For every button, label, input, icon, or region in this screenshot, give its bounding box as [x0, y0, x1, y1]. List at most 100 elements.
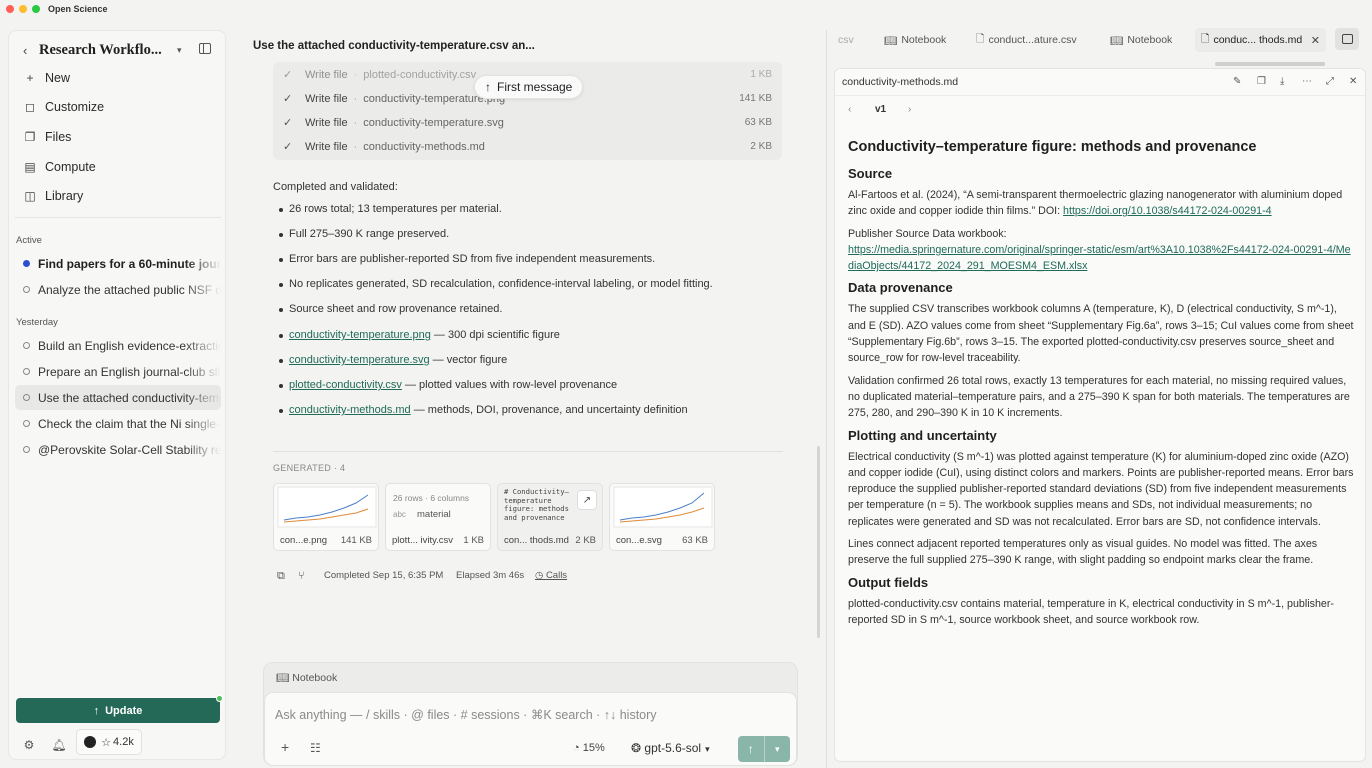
- first-message-button[interactable]: ↑ First message: [474, 75, 584, 99]
- close-icon[interactable]: ✕: [1349, 76, 1357, 87]
- card-name: plott... ivity.csv: [392, 535, 454, 546]
- github-stars-button[interactable]: ☆ 4.2k: [76, 729, 142, 755]
- nav-label: Library: [45, 189, 84, 203]
- doc-paragraph: Lines connect adjacent reported temperat…: [848, 538, 1318, 567]
- session-item[interactable]: Check the claim that the Ni single-atom …: [15, 411, 221, 436]
- active-section-label: Active: [16, 235, 42, 246]
- tool-row[interactable]: ✓ Write file · conductivity-methods.md 2 KB: [283, 140, 772, 154]
- doc-paragraph: Publisher Source Data workbook: https://m…: [848, 227, 1351, 273]
- doc-subheading: Source: [848, 166, 893, 181]
- doc-paragraph: Electrical conductivity (S m^-1) was plo…: [848, 450, 1354, 528]
- customize-icon: ◻: [25, 100, 35, 114]
- arrow-up-icon: ↑: [747, 742, 754, 756]
- minimize-window-button[interactable]: [19, 5, 27, 13]
- copy-file-icon[interactable]: ❐: [1257, 76, 1266, 87]
- csv-preview-column: material: [417, 509, 451, 520]
- bullet-item: Error bars are publisher-reported SD fro…: [278, 253, 656, 265]
- bullet-item: plotted-conductivity.csv — plotted value…: [278, 379, 618, 391]
- toggle-sidebar-icon[interactable]: [199, 43, 211, 54]
- more-options-icon[interactable]: ⋯: [1302, 76, 1312, 87]
- bullet-item: 26 rows total; 13 temperatures per mater…: [279, 203, 502, 215]
- toggle-panel-icon[interactable]: [1335, 28, 1359, 50]
- app-title: Open Science: [48, 4, 108, 14]
- copy-icon[interactable]: ⧉: [277, 570, 285, 583]
- doi-link[interactable]: https://doi.org/10.1038/s44172-024-00291…: [1063, 205, 1272, 217]
- model-selector[interactable]: ❂ gpt-5.6-sol ▾: [631, 741, 710, 755]
- nav-customize[interactable]: ◻ Customize: [15, 95, 221, 119]
- check-icon: ✓: [283, 93, 293, 105]
- generated-file-card[interactable]: con...e.svg 63 KB: [609, 483, 715, 551]
- nav-label: Customize: [45, 100, 105, 114]
- send-button[interactable]: ↑ ▾: [738, 736, 790, 762]
- generated-file-card[interactable]: 26 rows · 6 columns abc material plott..…: [385, 483, 491, 551]
- bullet-item: Source sheet and row provenance retained…: [278, 303, 503, 315]
- card-size: 141 KB: [340, 535, 372, 546]
- session-item[interactable]: Analyze the attached public NSF dataset: [15, 277, 221, 302]
- back-chevron-icon[interactable]: ‹: [23, 43, 27, 58]
- bullet-item: conductivity-temperature.svg — vector fi…: [278, 354, 508, 366]
- nav-label: Files: [45, 130, 72, 144]
- tab-methods-md[interactable]: 🗋 conduc... thods.md ✕: [1195, 28, 1326, 52]
- tab-notebook[interactable]: 📖︎ Notebook: [878, 28, 952, 52]
- plus-icon: +: [26, 71, 34, 85]
- download-icon[interactable]: ⤓: [1280, 76, 1284, 87]
- update-button[interactable]: ↑ Update: [16, 695, 223, 723]
- settings-gear-icon[interactable]: ⚙: [19, 735, 39, 755]
- library-icon: ◫: [24, 189, 36, 203]
- session-item[interactable]: Build an English evidence-extraction tab…: [15, 333, 221, 358]
- file-link[interactable]: plotted-conductivity.csv: [289, 379, 402, 391]
- tab-scrollbar[interactable]: [1215, 62, 1325, 66]
- notebook-chip[interactable]: 📖︎ Notebook: [276, 671, 337, 684]
- completed-meta: Completed Sep 15, 6:35 PM: [324, 570, 444, 581]
- nav-label: New: [45, 71, 71, 85]
- edit-pencil-icon[interactable]: ✎: [1233, 76, 1241, 87]
- send-options-chevron-icon[interactable]: ▾: [763, 736, 791, 762]
- file-link[interactable]: conductivity-temperature.svg: [289, 354, 430, 366]
- nav-library[interactable]: ◫ Library: [15, 184, 221, 208]
- tab-conductivity-csv[interactable]: 🗋 conduct...ature.csv: [970, 28, 1083, 52]
- message-input[interactable]: Ask anything — / skills · @ files · # se…: [275, 707, 657, 722]
- close-tab-icon[interactable]: ✕: [1311, 34, 1320, 47]
- open-external-icon[interactable]: ↗: [577, 490, 597, 510]
- circle-icon: [23, 420, 30, 427]
- tool-row[interactable]: ✓ Write file · conductivity-temperature.svg…: [283, 116, 772, 130]
- png-thumbnail: [277, 486, 377, 528]
- file-link[interactable]: conductivity-temperature.png: [289, 329, 431, 341]
- zoom-window-button[interactable]: [32, 5, 40, 13]
- prev-version-icon[interactable]: ‹: [848, 104, 851, 115]
- column-type-tag: abc: [393, 510, 406, 519]
- nav-compute[interactable]: ▤ Compute: [15, 155, 221, 179]
- generated-file-card-hover[interactable]: # Conductivity–temperature figure: metho…: [497, 483, 603, 551]
- context-usage[interactable]: ◔ 15%: [573, 742, 605, 754]
- doc-subheading: Output fields: [848, 574, 929, 590]
- chevron-down-icon[interactable]: ▾: [177, 45, 182, 56]
- yesterday-section-label: Yesterday: [16, 317, 58, 328]
- composer-input-area[interactable]: Ask anything — / skills · @ files · # se…: [264, 692, 797, 766]
- bullet-item: conductivity-temperature.png — 300 dpi s…: [279, 329, 560, 341]
- chat-panel: Use the attached conductivity-temperatur…: [226, 18, 826, 768]
- session-item[interactable]: Find papers for a 60-minute journal club: [15, 251, 221, 276]
- add-attachment-icon[interactable]: +: [281, 739, 289, 755]
- next-version-icon[interactable]: ›: [908, 104, 911, 115]
- doc-subheading: Plotting and uncertainty: [848, 427, 997, 443]
- expand-icon[interactable]: ⤢: [1326, 76, 1334, 87]
- compute-icon: ▤: [24, 160, 36, 174]
- tab-notebook-2[interactable]: 📖︎ Notebook: [1104, 28, 1178, 52]
- nav-new[interactable]: + New: [15, 66, 221, 90]
- generated-file-card[interactable]: con...e.png 141 KB: [273, 483, 379, 551]
- calls-link[interactable]: ◷ Calls: [535, 570, 567, 581]
- session-item[interactable]: Prepare an English journal-club slide de…: [15, 359, 221, 384]
- chat-scrollbar[interactable]: [817, 446, 820, 638]
- nav-files[interactable]: ❐ Files: [15, 125, 221, 149]
- bell-icon[interactable]: 🔔︎: [49, 735, 69, 755]
- pane-divider[interactable]: [826, 30, 827, 768]
- file-link[interactable]: conductivity-methods.md: [289, 404, 411, 416]
- tab-csv[interactable]: csv: [832, 28, 860, 52]
- branch-icon[interactable]: ⑂: [298, 570, 305, 582]
- close-window-button[interactable]: [6, 5, 14, 13]
- session-item-selected[interactable]: Use the attached conductivity-temperatur…: [15, 385, 221, 410]
- session-item[interactable]: @Perovskite Solar-Cell Stability review: [15, 437, 221, 462]
- tools-sliders-icon[interactable]: ☷: [310, 741, 321, 755]
- workspace-title[interactable]: Research Workflo...: [39, 42, 162, 59]
- workbook-link[interactable]: https://media.springernature.com/origina…: [848, 244, 1351, 272]
